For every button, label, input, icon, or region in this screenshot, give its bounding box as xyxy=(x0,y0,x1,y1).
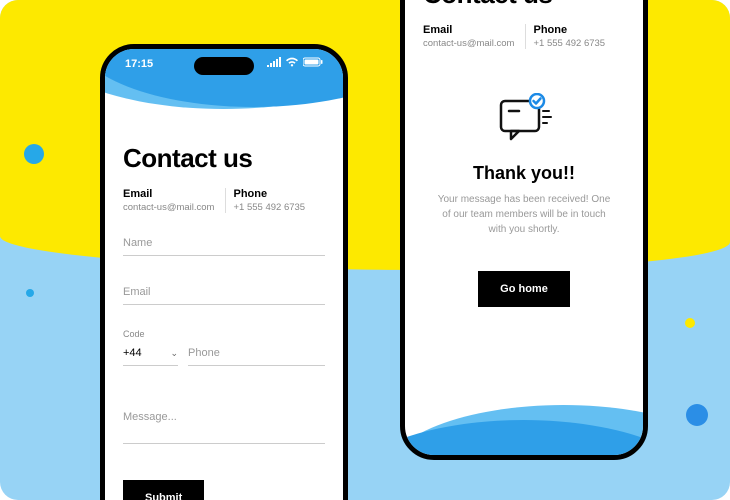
email-input[interactable] xyxy=(123,280,325,305)
phone-value: +1 555 492 6735 xyxy=(534,38,626,49)
contact-info-row: Email contact-us@mail.com Phone +1 555 4… xyxy=(423,24,625,49)
submit-button[interactable]: Submit xyxy=(123,480,204,500)
code-value: +44 xyxy=(123,347,142,359)
contact-info-row: Email contact-us@mail.com Phone +1 555 4… xyxy=(123,188,325,213)
phone-thank-you: Contact us Email contact-us@mail.com Pho… xyxy=(400,0,648,460)
message-received-icon xyxy=(489,93,559,149)
email-label: Email xyxy=(423,24,515,36)
message-input[interactable] xyxy=(123,390,325,444)
contact-email-block: Email contact-us@mail.com xyxy=(423,24,515,49)
contact-phone-block: Phone +1 555 492 6735 xyxy=(525,24,626,49)
phone-input[interactable] xyxy=(188,341,325,366)
bg-dot xyxy=(24,144,44,164)
wave-footer xyxy=(405,375,643,455)
chevron-down-icon: ⌄ xyxy=(170,348,178,359)
page-title: Contact us xyxy=(423,0,625,10)
phone-value: +1 555 492 6735 xyxy=(234,202,326,213)
bg-dot xyxy=(685,318,695,328)
thank-you-title: Thank you!! xyxy=(437,163,611,184)
contact-phone-block: Phone +1 555 492 6735 xyxy=(225,188,326,213)
phone-contact-form: 17:15 Contact us Email xyxy=(100,44,348,500)
status-time: 17:15 xyxy=(125,58,153,70)
signal-icon xyxy=(267,57,281,70)
page-title: Contact us xyxy=(123,143,325,174)
email-label: Email xyxy=(123,188,215,200)
wifi-icon xyxy=(285,57,299,70)
notch xyxy=(194,57,254,75)
battery-icon xyxy=(303,57,323,70)
bg-dot xyxy=(26,289,34,297)
bg-dot xyxy=(686,404,708,426)
phone-label: Phone xyxy=(534,24,626,36)
go-home-button[interactable]: Go home xyxy=(478,271,570,307)
code-label: Code xyxy=(123,329,178,339)
mockup-stage: 17:15 Contact us Email xyxy=(0,0,730,500)
contact-email-block: Email contact-us@mail.com xyxy=(123,188,215,213)
email-value: contact-us@mail.com xyxy=(423,38,515,49)
thank-you-message: Your message has been received! One of o… xyxy=(437,192,611,237)
name-input[interactable] xyxy=(123,231,325,256)
code-select[interactable]: +44 ⌄ xyxy=(123,341,178,366)
phone-label: Phone xyxy=(234,188,326,200)
email-value: contact-us@mail.com xyxy=(123,202,215,213)
